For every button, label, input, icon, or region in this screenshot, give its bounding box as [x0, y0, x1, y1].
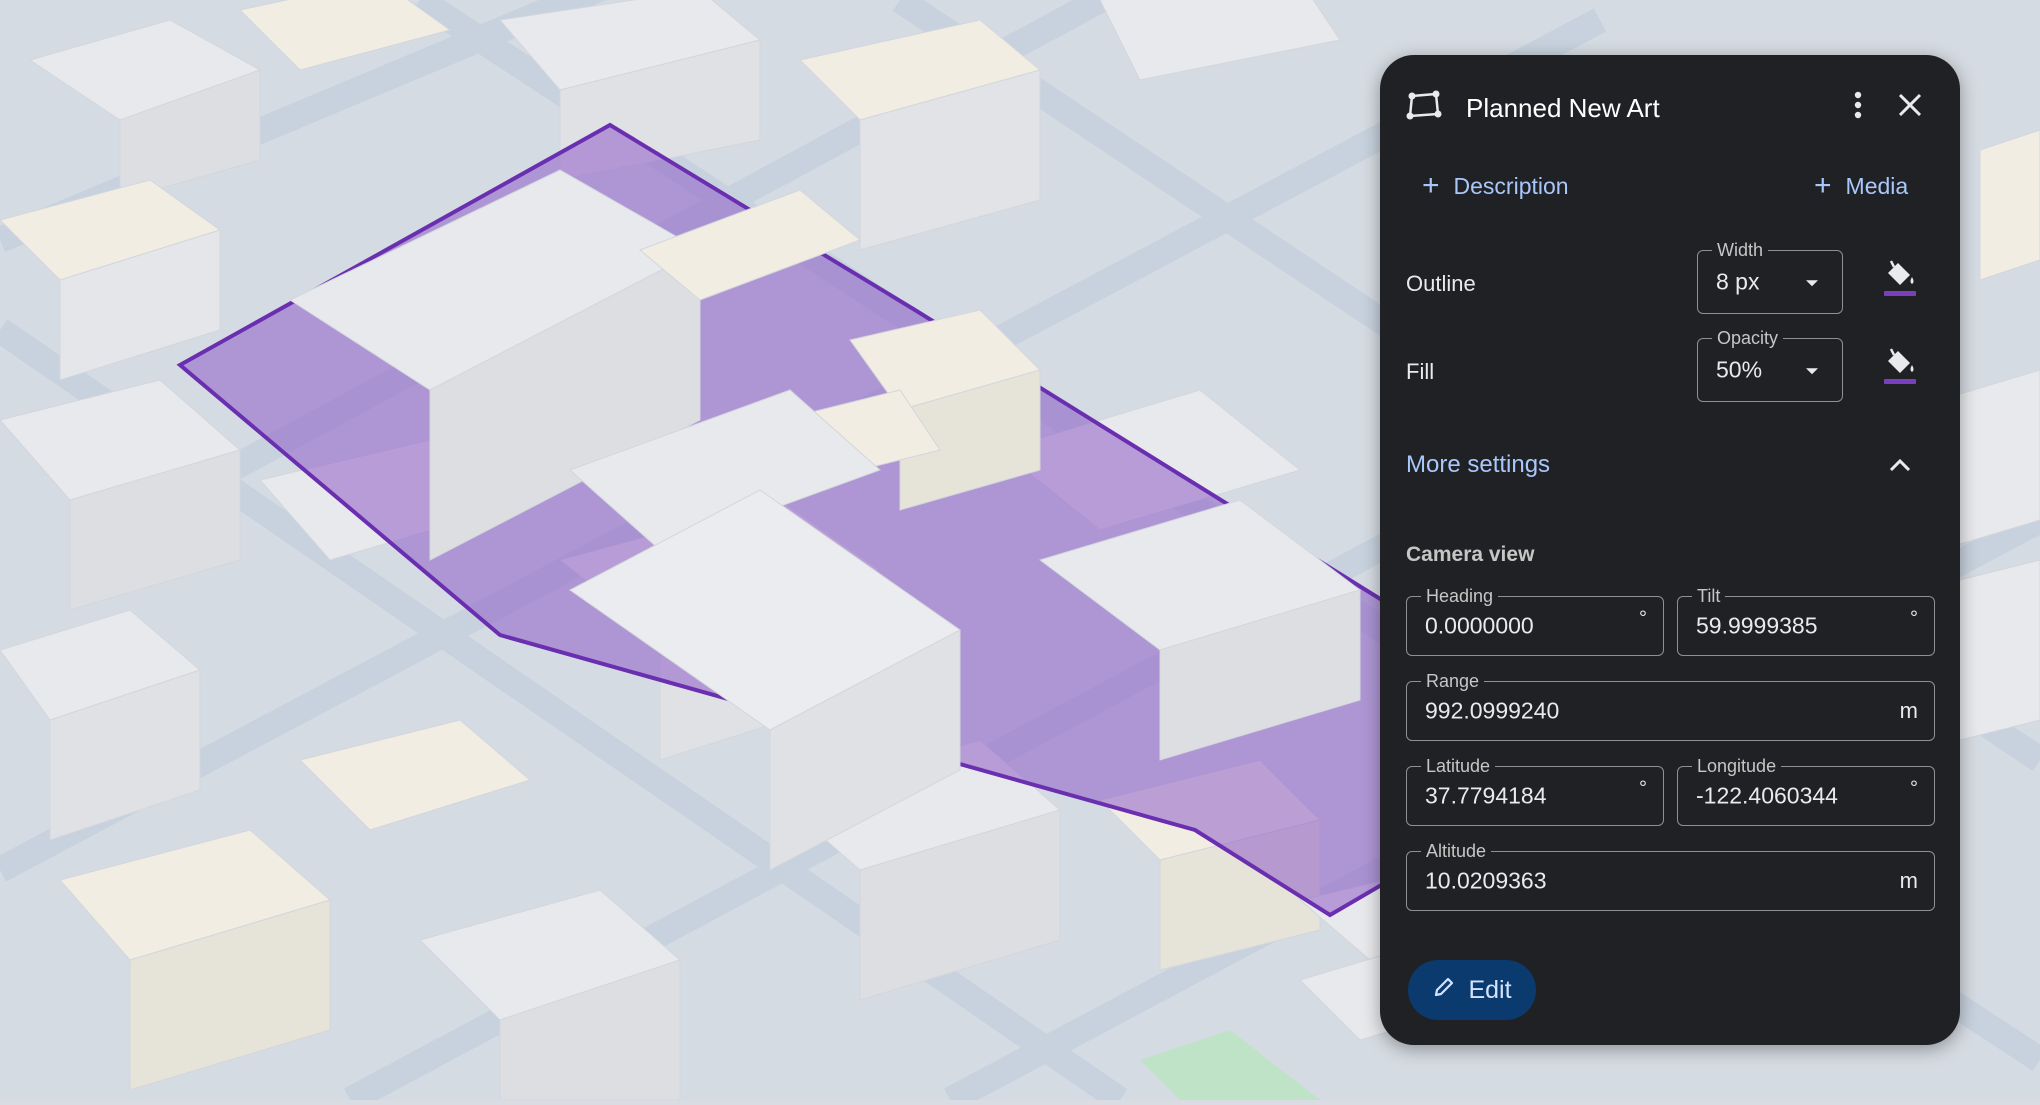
add-description-label: Description: [1453, 172, 1569, 199]
paint-bucket-icon[interactable]: [1878, 343, 1922, 387]
width-value: 8 px: [1716, 268, 1760, 295]
fill-opacity-select[interactable]: Opacity 50%: [1697, 327, 1843, 402]
range-legend: Range: [1421, 670, 1485, 692]
more-settings-toggle[interactable]: More settings: [1406, 451, 1550, 479]
close-icon[interactable]: [1888, 83, 1932, 127]
outline-width-select[interactable]: Width 8 px: [1697, 239, 1843, 314]
heading-unit: °: [1639, 607, 1647, 630]
polygon-icon: [1402, 83, 1446, 127]
opacity-legend: Opacity: [1712, 327, 1784, 349]
feature-title: Planned New Art: [1466, 93, 1660, 123]
paint-bucket-icon[interactable]: [1878, 255, 1922, 299]
feature-details-panel: Planned New Art + Description + Media Ou…: [1380, 55, 1960, 1045]
latitude-field[interactable]: Latitude 37.7794184 °: [1406, 755, 1664, 826]
heading-value: 0.0000000: [1425, 612, 1534, 639]
edit-button[interactable]: Edit: [1408, 960, 1536, 1020]
longitude-unit: °: [1910, 777, 1918, 800]
tilt-value: 59.9999385: [1696, 612, 1818, 639]
outline-label: Outline: [1406, 271, 1476, 296]
range-value: 992.0999240: [1425, 697, 1560, 724]
chevron-up-icon[interactable]: [1878, 443, 1922, 487]
longitude-field[interactable]: Longitude -122.4060344 °: [1677, 755, 1935, 826]
range-field[interactable]: Range 992.0999240 m: [1406, 670, 1935, 741]
longitude-value: -122.4060344: [1696, 782, 1838, 809]
add-media-button[interactable]: + Media: [1814, 171, 1908, 201]
dropdown-arrow-icon: [1806, 280, 1818, 287]
latitude-legend: Latitude: [1421, 755, 1496, 777]
dropdown-arrow-icon: [1806, 368, 1818, 375]
heading-legend: Heading: [1421, 585, 1499, 607]
altitude-unit: m: [1899, 868, 1918, 893]
opacity-value: 50%: [1716, 356, 1763, 383]
edit-label: Edit: [1468, 975, 1512, 1004]
pencil-icon: [1432, 975, 1456, 1006]
altitude-value: 10.0209363: [1425, 867, 1547, 894]
tilt-field[interactable]: Tilt 59.9999385 °: [1677, 585, 1935, 656]
plus-icon: +: [1814, 169, 1832, 202]
longitude-legend: Longitude: [1692, 755, 1782, 777]
camera-view-title: Camera view: [1406, 543, 1535, 566]
tilt-legend: Tilt: [1692, 585, 1726, 607]
altitude-legend: Altitude: [1421, 840, 1492, 862]
plus-icon: +: [1422, 169, 1440, 202]
add-media-label: Media: [1845, 172, 1909, 199]
fill-label: Fill: [1406, 359, 1435, 384]
range-unit: m: [1899, 698, 1918, 723]
more-vert-icon[interactable]: [1836, 83, 1880, 127]
altitude-field[interactable]: Altitude 10.0209363 m: [1406, 840, 1935, 911]
add-description-button[interactable]: + Description: [1422, 171, 1569, 201]
width-legend: Width: [1712, 239, 1769, 261]
latitude-value: 37.7794184: [1425, 782, 1547, 809]
heading-field[interactable]: Heading 0.0000000 °: [1406, 585, 1664, 656]
latitude-unit: °: [1639, 777, 1647, 800]
tilt-unit: °: [1910, 607, 1918, 630]
